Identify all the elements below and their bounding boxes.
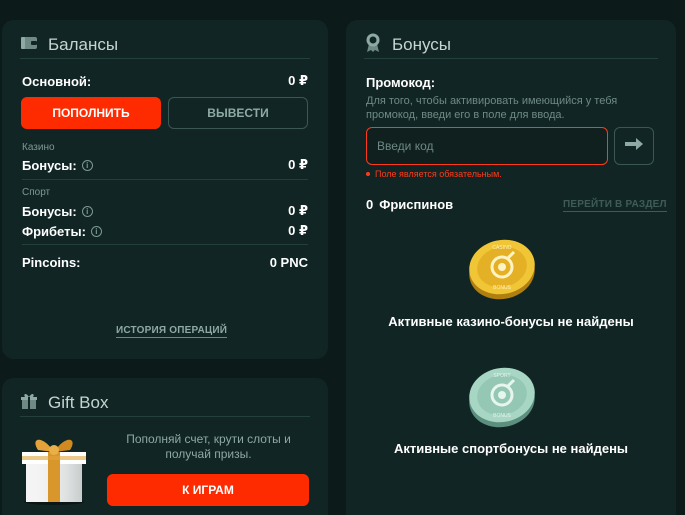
withdraw-button[interactable]: ВЫВЕСТИ [168,97,308,129]
header-divider [364,58,658,59]
gift-icon [20,392,38,415]
casino-bonus-row: Бонусы: i 0 ₽ [22,157,308,173]
promo-error: Поле является обязательным. [366,169,502,179]
giftbox-description: Пополняй счет, крути слоты и получай при… [107,432,310,462]
freebets-row: Фрибеты: i 0 ₽ [22,223,308,239]
giftbox-title: Gift Box [48,393,109,412]
section-divider [22,244,308,245]
header-divider [20,58,310,59]
sport-bonus-label: Бонусы: [22,203,77,219]
history-link[interactable]: ИСТОРИЯ ОПЕРАЦИЙ [116,325,228,338]
section-divider [22,179,308,180]
casino-bonus-empty: Активные казино-бонусы не найдены [388,314,634,329]
promo-submit-button[interactable] [614,127,654,165]
casino-bonus-value: 0 ₽ [288,157,308,172]
bonuses-panel: Бонусы Промокод: Для того, чтобы активир… [346,20,676,515]
sport-bonus-empty: Активные спортбонусы не найдены [393,441,629,456]
promo-error-text: Поле является обязательным. [375,169,502,179]
giftbox-text-line2: получай призы. [165,447,252,461]
casino-bonus-label: Бонусы: [22,157,77,173]
main-balance-row: Основной: 0 ₽ [22,73,308,89]
info-icon[interactable]: i [81,205,93,217]
pincoins-row: Pincoins: 0 PNC [22,255,308,270]
casino-coin-bottom-text: BONUS [493,285,511,291]
giftbox-header: Gift Box [20,390,310,416]
pincoins-label: Pincoins: [22,255,81,270]
pincoins-value: 0 PNC [269,255,308,270]
promo-code-input[interactable] [366,127,608,165]
freebets-value: 0 ₽ [288,223,308,238]
error-dot-icon [366,172,370,176]
deposit-button[interactable]: ПОПОЛНИТЬ [21,97,161,129]
bonuses-title: Бонусы [392,35,452,54]
casino-bonus-coin: CASINO BONUS [464,236,540,305]
balances-panel: Балансы Основной: 0 ₽ ПОПОЛНИТЬ ВЫВЕСТИ … [2,20,328,359]
casino-section-label: Казино [22,142,55,153]
header-divider [20,416,310,417]
gift-box-image [18,430,90,511]
promo-label: Промокод: [366,75,436,90]
giftbox-text-line1: Пополняй счет, крути слоты и [126,432,291,446]
freespins-row: 0 Фриспинов [366,197,453,212]
wallet-icon [20,35,38,56]
sport-coin-top-text: SPORT [493,373,510,379]
play-games-button[interactable]: К ИГРАМ [107,474,309,506]
arrow-right-icon [624,137,644,156]
promo-hint-line2: промокод, введи его в поле для ввода. [366,109,565,121]
go-to-section-link[interactable]: ПЕРЕЙТИ В РАЗДЕЛ [563,199,667,212]
award-ribbon-icon [364,33,382,58]
sport-section-label: Спорт [22,187,51,198]
freespins-label: Фриспинов [379,197,454,212]
promo-hint: Для того, чтобы активировать имеющийся у… [366,94,617,122]
balances-title: Балансы [48,35,119,54]
sport-bonus-row: Бонусы: i 0 ₽ [22,203,308,219]
info-icon[interactable]: i [90,225,102,237]
freebets-label: Фрибеты: [22,223,86,239]
casino-coin-top-text: CASINO [492,245,511,251]
sport-bonus-value: 0 ₽ [288,203,308,218]
sport-bonus-coin: SPORT BONUS [464,363,540,434]
giftbox-panel: Gift Box Пополняй счет, крути слоты и по… [2,378,328,515]
bonuses-header: Бонусы [364,32,658,58]
balances-header: Балансы [20,32,310,58]
freespins-count: 0 [366,197,374,212]
main-balance-label: Основной: [22,73,92,89]
sport-coin-bottom-text: BONUS [493,413,511,419]
main-balance-value: 0 ₽ [288,73,308,88]
promo-hint-line1: Для того, чтобы активировать имеющийся у… [366,95,618,107]
info-icon[interactable]: i [81,159,93,171]
